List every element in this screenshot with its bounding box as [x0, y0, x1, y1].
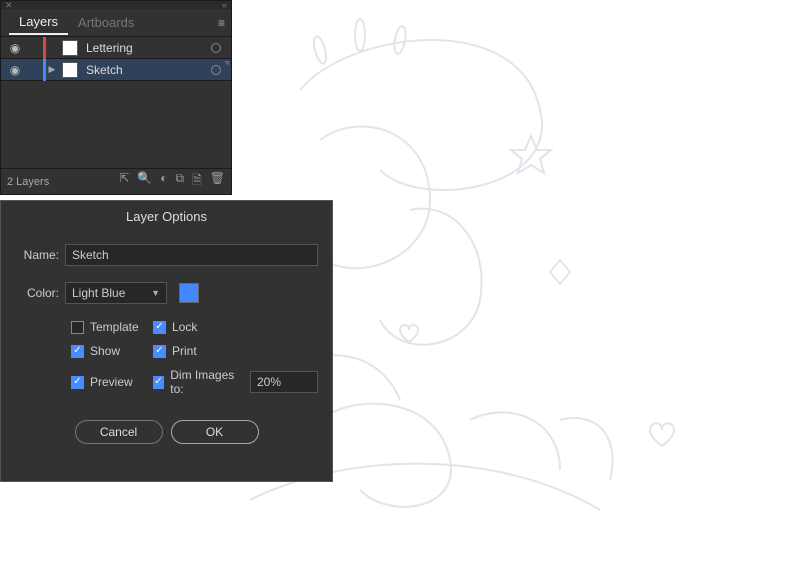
panel-menu-icon[interactable]: ≡: [218, 16, 225, 30]
preview-checkbox[interactable]: Preview: [71, 368, 153, 396]
panel-titlebar: ✕ «: [1, 1, 231, 9]
panel-footer: 2 Layers ⇱ 🔍 ◐ ⧉ 🗎 🗑: [1, 168, 231, 194]
name-input[interactable]: [65, 244, 318, 266]
print-label: Print: [172, 344, 197, 358]
checkbox-icon: [71, 321, 84, 334]
chevron-down-icon: ▼: [151, 288, 160, 298]
search-icon[interactable]: 🔍: [137, 171, 152, 192]
layer-name[interactable]: Lettering: [82, 41, 211, 55]
trash-icon[interactable]: 🗑: [210, 171, 225, 192]
name-label: Name:: [15, 248, 65, 262]
checkbox-icon: [71, 376, 84, 389]
dim-label: Dim Images to:: [170, 368, 238, 396]
color-swatch[interactable]: [179, 283, 199, 303]
target-icon[interactable]: [211, 65, 221, 75]
selection-mark-icon: [224, 61, 229, 66]
visibility-icon[interactable]: ◉: [7, 41, 23, 55]
layer-options-dialog: Layer Options Name: Color: Light Blue ▼ …: [0, 200, 333, 482]
layer-count: 2 Layers: [7, 176, 119, 188]
tab-layers[interactable]: Layers: [9, 10, 68, 35]
layer-row-sketch[interactable]: ◉ ▶ Sketch: [1, 59, 231, 81]
layer-row-lettering[interactable]: ◉ Lettering: [1, 37, 231, 59]
layer-thumbnail: [62, 62, 78, 78]
color-select-value: Light Blue: [72, 286, 125, 300]
visibility-icon[interactable]: ◉: [7, 63, 23, 77]
dim-checkbox[interactable]: Dim Images to:: [153, 368, 318, 396]
layer-name[interactable]: Sketch: [82, 63, 211, 77]
target-icon[interactable]: [211, 43, 221, 53]
checkbox-icon: [153, 345, 166, 358]
layers-panel: ✕ « Layers Artboards ≡ ◉ Lettering ◉ ▶ S…: [0, 0, 232, 195]
print-checkbox[interactable]: Print: [153, 344, 318, 358]
new-layer-icon[interactable]: 🗎: [192, 171, 202, 192]
preview-label: Preview: [90, 375, 133, 389]
lock-checkbox[interactable]: Lock: [153, 320, 318, 334]
template-checkbox[interactable]: Template: [71, 320, 153, 334]
layer-color-indicator: [43, 37, 46, 59]
checkbox-icon: [153, 321, 166, 334]
checkbox-icon: [71, 345, 84, 358]
cancel-button[interactable]: Cancel: [75, 420, 163, 444]
mask-icon[interactable]: ◐: [160, 171, 167, 192]
dialog-title: Layer Options: [1, 201, 332, 232]
ok-button[interactable]: OK: [171, 420, 259, 444]
tab-artboards[interactable]: Artboards: [68, 11, 144, 34]
lock-label: Lock: [172, 320, 197, 334]
panel-tabs: Layers Artboards ≡: [1, 9, 231, 37]
dim-percent-input[interactable]: [250, 371, 318, 393]
color-select[interactable]: Light Blue ▼: [65, 282, 167, 304]
expand-icon[interactable]: ▶: [46, 64, 58, 75]
color-label: Color:: [15, 286, 65, 300]
template-label: Template: [90, 320, 139, 334]
checkbox-icon: [153, 376, 164, 389]
show-label: Show: [90, 344, 120, 358]
show-checkbox[interactable]: Show: [71, 344, 153, 358]
layer-thumbnail: [62, 40, 78, 56]
export-icon[interactable]: ⇱: [119, 171, 129, 192]
new-sublayer-icon[interactable]: ⧉: [176, 171, 185, 192]
